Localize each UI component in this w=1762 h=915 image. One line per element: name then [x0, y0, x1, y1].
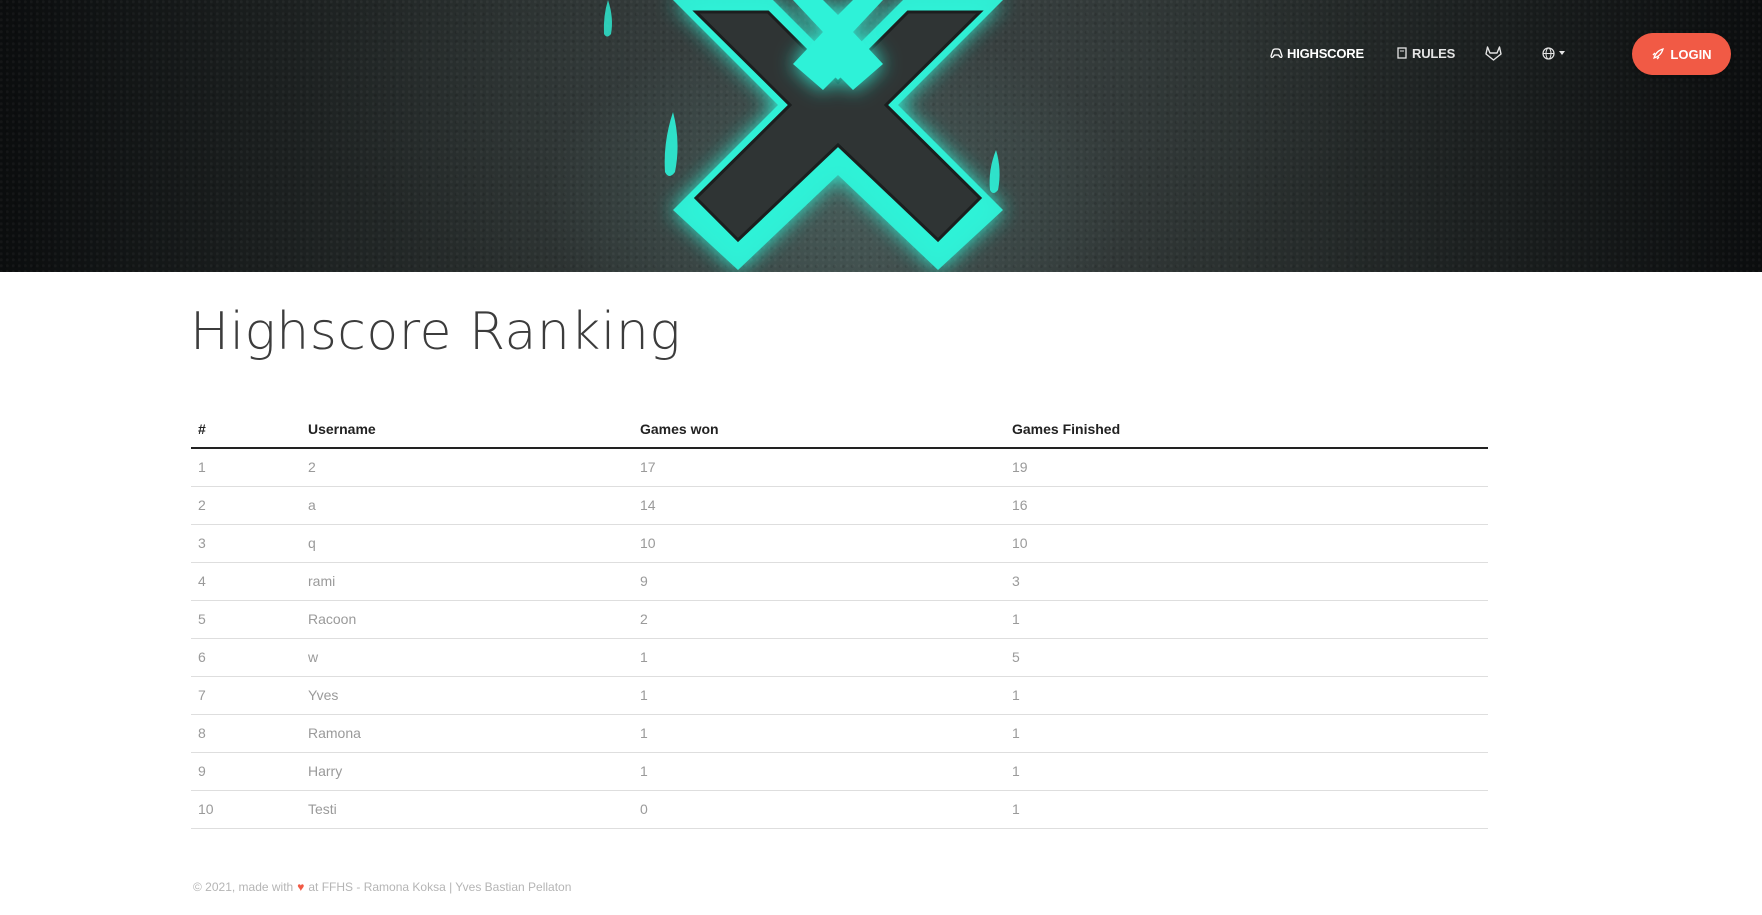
cell-username: Harry [301, 752, 633, 791]
cell-username: Testi [301, 790, 633, 829]
table-row: 6 w 1 5 [191, 638, 1488, 677]
cell-games-finished: 1 [1005, 752, 1488, 791]
footer: © 2021, made with ♥ at FFHS - Ramona Kok… [193, 880, 571, 894]
cell-rank: 1 [191, 448, 301, 487]
header-games-won: Games won [633, 410, 1005, 449]
page-title: Highscore Ranking [190, 302, 681, 362]
cell-username: Racoon [301, 600, 633, 639]
header-games-finished: Games Finished [1005, 410, 1488, 449]
cell-games-finished: 3 [1005, 562, 1488, 601]
cell-games-won: 9 [633, 562, 1005, 601]
table-row: 10 Testi 0 1 [191, 790, 1488, 829]
rocket-icon [1652, 48, 1665, 60]
cell-username: Yves [301, 676, 633, 715]
cell-username: a [301, 486, 633, 525]
cell-username: w [301, 638, 633, 677]
top-navigation: HIGHSCORE RULES [0, 0, 1762, 106]
language-dropdown[interactable] [1542, 43, 1565, 63]
cell-username: Ramona [301, 714, 633, 753]
cell-rank: 5 [191, 600, 301, 639]
cell-rank: 6 [191, 638, 301, 677]
cell-games-won: 1 [633, 676, 1005, 715]
cell-games-won: 1 [633, 638, 1005, 677]
caret-down-icon [1559, 51, 1565, 55]
heart-icon: ♥ [297, 880, 305, 894]
highscore-table: # Username Games won Games Finished 1 2 … [191, 410, 1488, 829]
cell-username: q [301, 524, 633, 563]
cell-games-finished: 5 [1005, 638, 1488, 677]
login-label: LOGIN [1670, 46, 1712, 62]
cell-games-won: 2 [633, 600, 1005, 639]
cell-games-won: 10 [633, 524, 1005, 563]
hero-banner: HIGHSCORE RULES LOGIN [0, 0, 1762, 272]
nav-highscore-link[interactable]: HIGHSCORE [1270, 43, 1364, 63]
cell-games-finished: 1 [1005, 790, 1488, 829]
nav-rules-label: RULES [1412, 45, 1456, 61]
cell-rank: 4 [191, 562, 301, 601]
cell-rank: 2 [191, 486, 301, 525]
gamepad-icon [1270, 47, 1283, 58]
table-row: 1 2 17 19 [191, 448, 1488, 487]
header-username: Username [301, 410, 633, 449]
table-header-row: # Username Games won Games Finished [191, 410, 1488, 449]
cell-rank: 10 [191, 790, 301, 829]
login-button[interactable]: LOGIN [1632, 33, 1731, 75]
cell-games-finished: 16 [1005, 486, 1488, 525]
cell-games-won: 17 [633, 448, 1005, 487]
table-row: 8 Ramona 1 1 [191, 714, 1488, 753]
table-row: 4 rami 9 3 [191, 562, 1488, 601]
cell-games-finished: 10 [1005, 524, 1488, 563]
cell-games-won: 14 [633, 486, 1005, 525]
cell-username: rami [301, 562, 633, 601]
gitlab-icon [1485, 46, 1502, 61]
cell-username: 2 [301, 448, 633, 487]
header-rank: # [191, 410, 301, 449]
cell-games-finished: 19 [1005, 448, 1488, 487]
table-row: 9 Harry 1 1 [191, 752, 1488, 791]
cell-games-finished: 1 [1005, 600, 1488, 639]
cell-games-finished: 1 [1005, 676, 1488, 715]
gitlab-link[interactable] [1485, 43, 1502, 63]
nav-highscore-label: HIGHSCORE [1287, 45, 1364, 61]
footer-credits: at FFHS - Ramona Koksa | Yves Bastian Pe… [308, 880, 572, 894]
cell-rank: 7 [191, 676, 301, 715]
table-row: 3 q 10 10 [191, 524, 1488, 563]
table-row: 5 Racoon 2 1 [191, 600, 1488, 639]
cell-games-won: 1 [633, 714, 1005, 753]
cell-games-won: 1 [633, 752, 1005, 791]
table-row: 7 Yves 1 1 [191, 676, 1488, 715]
cell-games-won: 0 [633, 790, 1005, 829]
nav-rules-link[interactable]: RULES [1397, 43, 1455, 63]
globe-icon [1542, 46, 1555, 60]
footer-prefix: © 2021, made with [193, 880, 294, 894]
cell-rank: 3 [191, 524, 301, 563]
cell-rank: 9 [191, 752, 301, 791]
book-icon [1397, 47, 1407, 59]
cell-games-finished: 1 [1005, 714, 1488, 753]
cell-rank: 8 [191, 714, 301, 753]
table-row: 2 a 14 16 [191, 486, 1488, 525]
